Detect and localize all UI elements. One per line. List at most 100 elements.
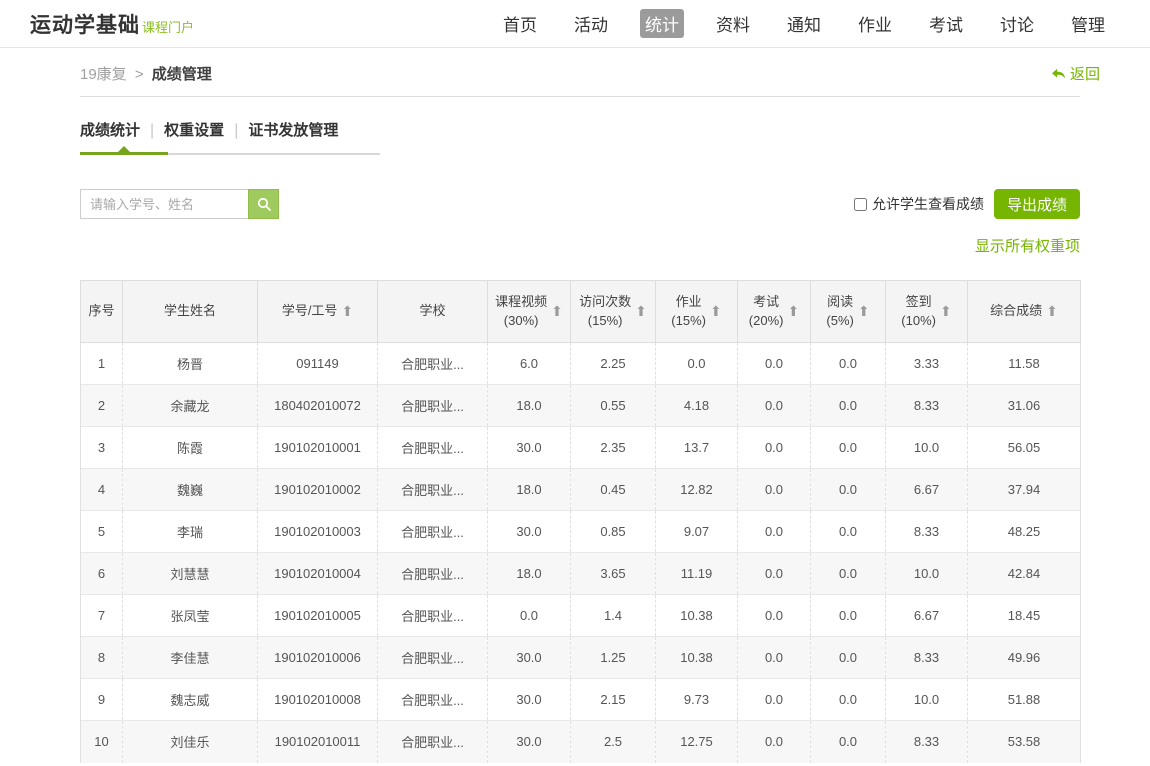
table-row: 8李佳慧190102010006合肥职业...30.01.2510.380.00… xyxy=(81,637,1081,679)
cell-signin: 8.33 xyxy=(886,511,968,553)
cell-school: 合肥职业... xyxy=(378,427,488,469)
column-header-signin[interactable]: 签到(10%)⬆ xyxy=(886,281,968,343)
column-label: 学校 xyxy=(419,302,445,321)
column-label: 签到 xyxy=(901,293,936,312)
cell-signin: 3.33 xyxy=(886,343,968,385)
nav-item-statistics[interactable]: 统计 xyxy=(640,9,684,38)
cell-reading: 0.0 xyxy=(811,553,886,595)
active-tab-underline xyxy=(80,152,168,155)
cell-school: 合肥职业... xyxy=(378,595,488,637)
table-row: 7张凤莹190102010005合肥职业...0.01.410.380.00.0… xyxy=(81,595,1081,637)
breadcrumb: 19康复 > 成绩管理 xyxy=(80,63,212,84)
sort-up-icon[interactable]: ⬆ xyxy=(858,303,870,320)
cell-student-id: 180402010072 xyxy=(258,385,378,427)
column-label: 综合成绩 xyxy=(990,302,1042,321)
cell-student-id: 190102010006 xyxy=(258,637,378,679)
table-row: 1杨晋091149合肥职业...6.02.250.00.00.03.3311.5… xyxy=(81,343,1081,385)
column-label: 学号/工号 xyxy=(282,302,338,321)
cell-reading: 0.0 xyxy=(811,385,886,427)
search-group xyxy=(80,189,279,219)
course-logo[interactable]: 运动学基础 课程门户 xyxy=(30,9,194,39)
column-header-school: 学校 xyxy=(378,281,488,343)
search-input[interactable] xyxy=(80,189,248,219)
back-link[interactable]: 返回 xyxy=(1050,63,1100,84)
nav-item-exams[interactable]: 考试 xyxy=(924,9,968,38)
column-label: 课程视频 xyxy=(495,293,547,312)
allow-view-grades-option[interactable]: 允许学生查看成绩 xyxy=(854,194,984,214)
sort-up-icon[interactable]: ⬆ xyxy=(635,303,647,320)
nav-item-management[interactable]: 管理 xyxy=(1066,9,1110,38)
tab-separator: | xyxy=(150,122,154,139)
sort-up-icon[interactable]: ⬆ xyxy=(940,303,952,320)
cell-school: 合肥职业... xyxy=(378,469,488,511)
page-title: 成绩管理 xyxy=(152,66,212,83)
cell-visits: 0.45 xyxy=(571,469,656,511)
cell-video: 18.0 xyxy=(488,385,571,427)
cell-school: 合肥职业... xyxy=(378,511,488,553)
cell-index: 6 xyxy=(81,553,123,595)
cell-index: 8 xyxy=(81,637,123,679)
tab-separator: | xyxy=(234,122,238,139)
nav-item-discussion[interactable]: 讨论 xyxy=(995,9,1039,38)
search-button[interactable] xyxy=(248,189,279,219)
cell-school: 合肥职业... xyxy=(378,721,488,763)
cell-homework: 0.0 xyxy=(656,343,738,385)
column-header-reading[interactable]: 阅读(5%)⬆ xyxy=(811,281,886,343)
table-row: 5李瑞190102010003合肥职业...30.00.859.070.00.0… xyxy=(81,511,1081,553)
cell-video: 30.0 xyxy=(488,511,571,553)
grades-table-header: 序号学生姓名学号/工号⬆学校课程视频(30%)⬆访问次数(15%)⬆作业(15%… xyxy=(81,281,1081,343)
cell-school: 合肥职业... xyxy=(378,385,488,427)
cell-name: 魏志威 xyxy=(123,679,258,721)
nav-item-activity[interactable]: 活动 xyxy=(569,9,613,38)
cell-homework: 10.38 xyxy=(656,637,738,679)
cell-name: 魏巍 xyxy=(123,469,258,511)
sort-up-icon[interactable]: ⬆ xyxy=(710,303,722,320)
cell-signin: 10.0 xyxy=(886,427,968,469)
cell-total: 56.05 xyxy=(968,427,1081,469)
cell-reading: 0.0 xyxy=(811,637,886,679)
show-all-weights-link[interactable]: 显示所有权重项 xyxy=(975,238,1080,255)
column-header-student-id[interactable]: 学号/工号⬆ xyxy=(258,281,378,343)
cell-index: 1 xyxy=(81,343,123,385)
nav-item-home[interactable]: 首页 xyxy=(498,9,542,38)
column-header-total[interactable]: 综合成绩⬆ xyxy=(968,281,1081,343)
weights-link-row: 显示所有权重项 xyxy=(80,235,1080,256)
nav-item-materials[interactable]: 资料 xyxy=(711,9,755,38)
cell-school: 合肥职业... xyxy=(378,553,488,595)
main-nav: 首页活动统计资料通知作业考试讨论管理 xyxy=(498,9,1110,38)
sort-up-icon[interactable]: ⬆ xyxy=(551,303,563,320)
cell-name: 张凤莹 xyxy=(123,595,258,637)
breadcrumb-row: 19康复 > 成绩管理 返回 xyxy=(80,48,1080,84)
export-grades-button[interactable]: 导出成绩 xyxy=(994,189,1080,219)
breadcrumb-course-link[interactable]: 19康复 xyxy=(80,66,127,83)
column-header-visits[interactable]: 访问次数(15%)⬆ xyxy=(571,281,656,343)
cell-visits: 1.4 xyxy=(571,595,656,637)
allow-view-grades-checkbox[interactable] xyxy=(854,198,867,211)
tab-grade-statistics[interactable]: 成绩统计 xyxy=(80,122,140,139)
cell-student-id: 190102010001 xyxy=(258,427,378,469)
cell-signin: 10.0 xyxy=(886,553,968,595)
top-navigation-bar: 运动学基础 课程门户 首页活动统计资料通知作业考试讨论管理 xyxy=(0,0,1150,48)
cell-visits: 2.25 xyxy=(571,343,656,385)
nav-item-homework[interactable]: 作业 xyxy=(853,9,897,38)
cell-homework: 9.07 xyxy=(656,511,738,553)
back-arrow-icon xyxy=(1050,66,1066,82)
breadcrumb-divider xyxy=(80,96,1080,97)
sort-up-icon[interactable]: ⬆ xyxy=(787,303,799,320)
cell-total: 37.94 xyxy=(968,469,1081,511)
column-header-video[interactable]: 课程视频(30%)⬆ xyxy=(488,281,571,343)
column-header-exam[interactable]: 考试(20%)⬆ xyxy=(738,281,811,343)
table-row: 2余藏龙180402010072合肥职业...18.00.554.180.00.… xyxy=(81,385,1081,427)
column-header-homework[interactable]: 作业(15%)⬆ xyxy=(656,281,738,343)
sort-up-icon[interactable]: ⬆ xyxy=(341,303,353,320)
column-label: 作业 xyxy=(671,293,706,312)
nav-item-notifications[interactable]: 通知 xyxy=(782,9,826,38)
cell-name: 余藏龙 xyxy=(123,385,258,427)
cell-visits: 1.25 xyxy=(571,637,656,679)
tab-weight-settings[interactable]: 权重设置 xyxy=(164,122,224,139)
column-weight-label: (30%) xyxy=(495,312,547,331)
cell-index: 2 xyxy=(81,385,123,427)
tab-certificate-management[interactable]: 证书发放管理 xyxy=(248,122,338,139)
cell-signin: 8.33 xyxy=(886,721,968,763)
sort-up-icon[interactable]: ⬆ xyxy=(1046,303,1058,320)
